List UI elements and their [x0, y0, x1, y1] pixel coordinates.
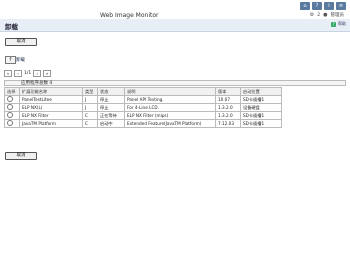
table-row[interactable]: ELP NX(L) J 停止 For 4-Line LCD. 1.3.2.0 设…	[4, 103, 282, 112]
col-select: 选择	[4, 87, 20, 96]
row-start-location: SD卡插槽1	[240, 111, 282, 120]
help-icon: ?	[331, 21, 336, 27]
col-status: 状态	[97, 87, 125, 96]
row-version: 1.3.2.0	[215, 111, 241, 120]
next-page-button[interactable]: ›	[33, 70, 42, 77]
row-status: 停止	[97, 103, 125, 112]
table-row[interactable]: ELP NX Filter C 正在等待 ELP NX Filter (mips…	[4, 111, 282, 120]
row-select[interactable]	[4, 119, 20, 128]
row-select[interactable]	[4, 95, 20, 104]
help-link[interactable]: ? 帮助	[331, 21, 346, 27]
upload-button[interactable]: ↑	[5, 56, 16, 64]
question-icon[interactable]: ?	[312, 2, 322, 10]
row-name: ELP NX(L)	[19, 103, 83, 112]
radio-button[interactable]	[7, 120, 13, 126]
row-version: 1.3.2.0	[215, 103, 241, 112]
row-version: 7.12.03	[215, 119, 241, 128]
info-icon[interactable]: i	[324, 2, 334, 10]
header-band	[0, 19, 350, 32]
upload-label[interactable]: 卸载	[16, 57, 25, 63]
table-row[interactable]: JavaTM Platform C 启动中 Extended Feature(J…	[4, 119, 282, 128]
row-type: J	[82, 95, 98, 104]
menu-icon[interactable]: ≡	[336, 2, 346, 10]
row-start-location: SD卡插槽1	[240, 95, 282, 104]
row-start-location: 设备硬盘	[240, 103, 282, 112]
app-title: Web Image Monitor	[100, 12, 159, 19]
row-start-location: SD卡插槽1	[240, 119, 282, 128]
table-header-row: 选择 扩展功能名称 类型 状态 说明 版本 启动位置	[4, 87, 282, 96]
row-select[interactable]	[4, 103, 20, 112]
first-page-button[interactable]: «	[4, 70, 12, 77]
table-row[interactable]: PanelTestLitee J 停止 Panel API Testing. 1…	[4, 95, 282, 104]
user-area: ⚙ 2 ● 管理员	[310, 12, 344, 18]
row-description: Extended Feature(JavaTM Platform)	[124, 119, 216, 128]
row-description: Panel API Testing.	[124, 95, 216, 104]
cancel-button-bottom[interactable]: 取消	[5, 152, 37, 160]
home-icon[interactable]: ⌂	[300, 2, 310, 10]
row-name: JavaTM Platform	[19, 119, 83, 128]
user-label[interactable]: 管理员	[331, 12, 345, 18]
col-version: 版本	[215, 87, 241, 96]
row-status: 正在等待	[97, 111, 125, 120]
help-label: 帮助	[338, 21, 346, 26]
top-icons: ⌂ ? i ≡	[300, 2, 346, 10]
page-indicator: 1/1	[24, 71, 32, 76]
gear-icon[interactable]: ⚙	[310, 12, 314, 18]
radio-button[interactable]	[7, 104, 13, 110]
row-status: 启动中	[97, 119, 125, 128]
app-table: 选择 扩展功能名称 类型 状态 说明 版本 启动位置 PanelTestLite…	[4, 87, 282, 128]
row-type: C	[82, 111, 98, 120]
col-type: 类型	[82, 87, 98, 96]
radio-button[interactable]	[7, 96, 13, 102]
col-description: 说明	[124, 87, 216, 96]
row-type: J	[82, 103, 98, 112]
app-count: 应用程序总数 4	[4, 80, 346, 86]
col-start-location: 启动位置	[240, 87, 282, 96]
user-icon: ●	[323, 12, 328, 18]
cancel-button-top[interactable]: 取消	[5, 38, 37, 46]
row-select[interactable]	[4, 111, 20, 120]
row-type: C	[82, 119, 98, 128]
row-status: 停止	[97, 95, 125, 104]
prev-page-button[interactable]: ‹	[14, 70, 22, 77]
row-version: 10.07	[215, 95, 241, 104]
row-description: For 4-Line LCD.	[124, 103, 216, 112]
last-page-button[interactable]: »	[43, 70, 52, 77]
top-bar: Web Image Monitor ⌂ ? i ≡ ⚙ 2 ● 管理员	[0, 0, 350, 19]
radio-button[interactable]	[7, 112, 13, 118]
row-name: PanelTestLitee	[19, 95, 83, 104]
page-title: 卸载	[5, 23, 18, 31]
row-name: ELP NX Filter	[19, 111, 83, 120]
col-name: 扩展功能名称	[19, 87, 83, 96]
pager: « ‹ 1/1 › »	[4, 70, 52, 77]
row-description: ELP NX Filter (mips)	[124, 111, 216, 120]
user-flag: 2	[317, 12, 321, 18]
